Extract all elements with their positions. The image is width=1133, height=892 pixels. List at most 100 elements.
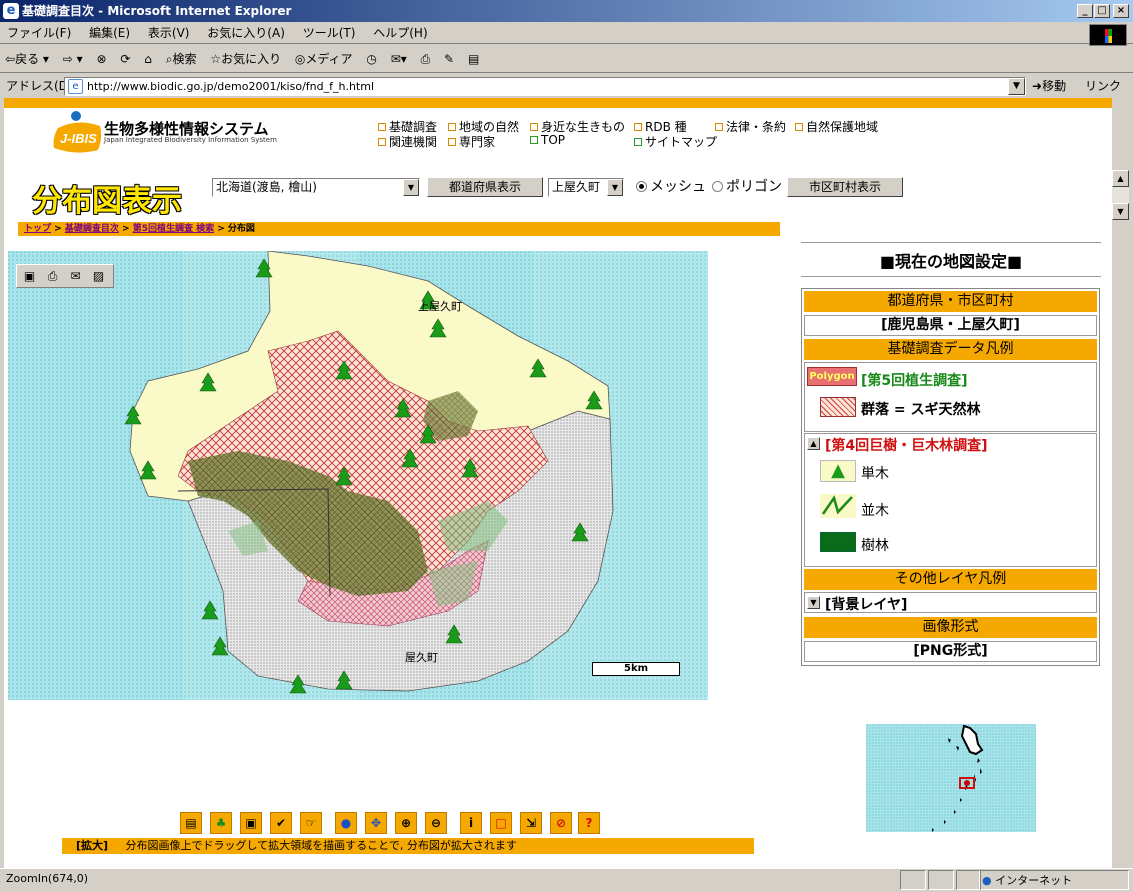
save-icon[interactable]: ▣ [21,268,38,284]
collapse-icon[interactable]: ▲ [807,437,820,450]
media-icon: ◎ [294,52,306,66]
globe-icon: ● [982,874,992,887]
nav-sitemap[interactable]: サイトマップ [634,133,717,150]
status-text: ZoomIn(674,0) [6,872,89,885]
rectangle-icon[interactable]: □ [490,812,512,834]
tree-single-label: 単木 [861,466,889,482]
map-operation-toolbar: ▤ ♣ ▣ ✔ ☞ ● ✥ ⊕ ⊖ i □ ⇲ ⊘ ? [180,812,600,836]
bullet-icon [715,123,723,131]
crumb-search[interactable]: 第5回植生調査 検索 [133,224,214,234]
radio-checked-icon [636,181,647,192]
select-icon[interactable]: ☞ [300,812,322,834]
page-scrollbar[interactable]: ▲ ▼ [1112,170,1129,220]
crumb-index[interactable]: 基礎調査目次 [65,224,119,234]
site-subname: Japan Integrated Biodiversity Informatio… [104,136,277,144]
mail-icon[interactable]: ✉▾ [386,45,412,73]
expand-icon[interactable]: ▼ [807,596,820,609]
history-icon[interactable]: ◷ [361,45,381,73]
minimize-button[interactable]: _ [1077,4,1093,18]
mail-icon[interactable]: ✉ [67,268,84,284]
media-button[interactable]: ◎メディア [290,45,358,73]
stop-icon[interactable]: ⊗ [91,45,111,73]
status-panel [928,870,954,890]
info-icon[interactable]: i [460,812,482,834]
address-input[interactable]: e http://www.biodic.go.jp/demo2001/kiso/… [64,77,1026,96]
globe-icon[interactable]: ● [335,812,357,834]
mode-label: [拡大] [75,839,109,852]
tree-icon: ▲ [820,460,856,482]
mesh-radio[interactable]: メッシュ [636,177,706,197]
help-icon[interactable]: ? [578,812,600,834]
menu-favorites[interactable]: お気に入り(A) [200,22,292,44]
tree-row-icon [820,494,856,518]
export-icon[interactable]: ⇲ [520,812,542,834]
menu-view[interactable]: 表示(V) [141,22,197,44]
nav-protected[interactable]: 自然保護地域 [795,118,878,135]
city-display-button[interactable]: 市区町村表示 [787,177,903,197]
ie-logo-icon: e [3,3,19,19]
forward-button[interactable]: ⇨ ▾ [58,45,88,73]
menu-help[interactable]: ヘルプ(H) [366,22,434,44]
bullet-icon [634,123,642,131]
city-select[interactable]: 上屋久町 ▼ [548,178,624,197]
bullet-icon [378,123,386,131]
print-icon[interactable]: ⎙ [44,268,61,284]
go-button[interactable]: ➜移動 [1032,74,1066,98]
map-label-north: 上屋久町 [418,300,462,313]
search-button[interactable]: ⌕検索 [161,45,202,73]
edit-icon[interactable]: ✎ [439,45,459,73]
crumb-top[interactable]: トップ [24,224,51,234]
home-icon[interactable]: ⌂ [139,45,157,73]
nav-law[interactable]: 法律・条約 [715,118,786,135]
survey5-item: 群落 = スギ天然林 [861,402,981,418]
polygon-radio[interactable]: ポリゴン [712,177,782,197]
image-format-header: 画像形式 [804,617,1097,638]
links-button[interactable]: リンク [1085,74,1121,98]
zone-label: ● インターネット [982,874,1073,887]
check-icon[interactable]: ✔ [270,812,292,834]
scroll-up-icon[interactable]: ▲ [1112,170,1129,187]
scroll-down-icon[interactable]: ▼ [1112,203,1129,220]
bullet-icon [448,123,456,131]
back-arrow-icon: ⇦ [5,52,16,66]
back-button[interactable]: ⇦戻る ▾ [0,45,54,73]
pref-header: 都道府県・市区町村 [804,291,1097,312]
distribution-map[interactable] [8,251,708,700]
survey5-title: [第5回植生調査] [861,373,968,389]
image-format-value: [PNG形式] [804,641,1097,662]
menu-tools[interactable]: ツール(T) [296,22,363,44]
tree-layer-icon[interactable]: ♣ [210,812,232,834]
layer-list-icon[interactable]: ▤ [180,812,202,834]
menu-file[interactable]: ファイル(F) [0,22,78,44]
image-icon[interactable]: ▨ [90,268,107,284]
menu-edit[interactable]: 編集(E) [82,22,137,44]
page-icon: e [68,79,83,94]
nav-top[interactable]: TOP [530,133,565,147]
zoom-in-icon[interactable]: ⊕ [395,812,417,834]
divider [801,276,1101,277]
map-layer-icon[interactable]: ▣ [240,812,262,834]
address-dropdown-icon[interactable]: ▼ [1008,78,1025,95]
refresh-icon[interactable]: ⟳ [115,45,135,73]
address-url: http://www.biodic.go.jp/demo2001/kiso/fn… [87,80,374,93]
prefecture-select[interactable]: 北海道(渡島, 檜山) ▼ [212,178,420,197]
crumb-current: 分布図 [227,224,255,234]
maximize-button[interactable]: □ [1094,4,1110,18]
nav-orgs[interactable]: 関連機関 [378,133,437,150]
star-icon: ☆ [210,52,222,66]
clear-icon[interactable]: ⊘ [550,812,572,834]
close-button[interactable]: × [1113,4,1129,18]
radio-unchecked-icon [712,181,723,192]
overview-minimap[interactable] [866,724,1036,832]
discuss-icon[interactable]: ▤ [463,45,484,73]
cedar-forest-swatch [820,397,856,417]
zoom-out-icon[interactable]: ⊖ [425,812,447,834]
bullet-icon [530,123,538,131]
pan-icon[interactable]: ✥ [365,812,387,834]
nav-experts[interactable]: 専門家 [448,133,495,150]
prefecture-display-button[interactable]: 都道府県表示 [427,177,543,197]
favorites-button[interactable]: ☆お気に入り [205,45,286,73]
map-label-south: 屋久町 [405,651,438,664]
bullet-icon [378,138,386,146]
print-icon[interactable]: ⎙ [416,45,436,73]
